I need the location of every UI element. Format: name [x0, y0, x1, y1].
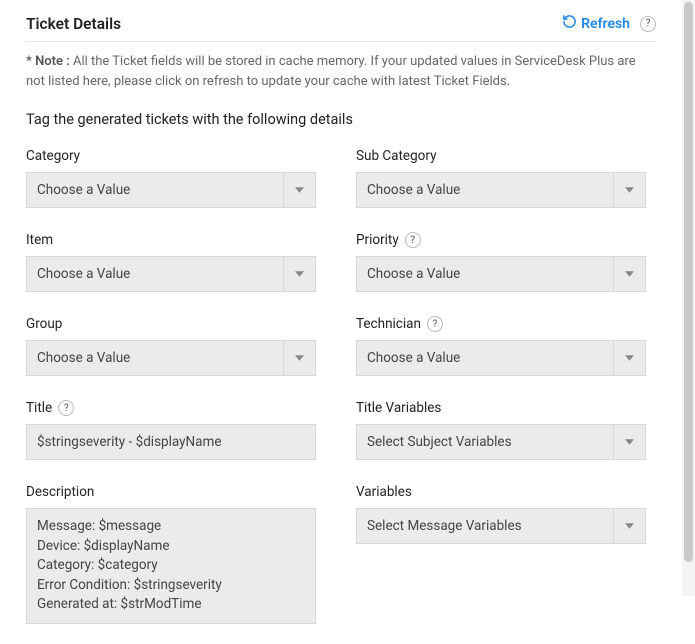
chevron-down-icon: [613, 257, 645, 291]
select-value: Select Message Variables: [357, 518, 613, 534]
scrollbar-thumb[interactable]: [684, 2, 693, 562]
field-item: Item Choose a Value: [26, 232, 316, 292]
select-value: Choose a Value: [357, 266, 613, 282]
label-priority: Priority: [356, 232, 399, 248]
select-value: Select Subject Variables: [357, 434, 613, 450]
chevron-down-icon: [613, 341, 645, 375]
field-description: Description Message: $message Device: $d…: [26, 484, 316, 624]
field-variables: Variables Select Message Variables: [356, 484, 646, 624]
field-category: Category Choose a Value: [26, 148, 316, 208]
chevron-down-icon: [283, 257, 315, 291]
select-variables[interactable]: Select Message Variables: [356, 508, 646, 544]
select-category[interactable]: Choose a Value: [26, 172, 316, 208]
help-icon[interactable]: ?: [640, 16, 656, 32]
label-group: Group: [26, 316, 316, 332]
label-technician: Technician: [356, 316, 421, 332]
label-title: Title: [26, 400, 52, 416]
field-group: Group Choose a Value: [26, 316, 316, 376]
field-technician: Technician ? Choose a Value: [356, 316, 646, 376]
textarea-description[interactable]: Message: $message Device: $displayName C…: [26, 508, 316, 624]
label-variables: Variables: [356, 484, 646, 500]
label-sub-category: Sub Category: [356, 148, 646, 164]
label-description: Description: [26, 484, 316, 500]
field-title: Title ?: [26, 400, 316, 460]
help-icon[interactable]: ?: [58, 400, 74, 416]
refresh-label: Refresh: [581, 16, 630, 32]
field-priority: Priority ? Choose a Value: [356, 232, 646, 292]
select-value: Choose a Value: [27, 266, 283, 282]
chevron-down-icon: [283, 341, 315, 375]
help-icon[interactable]: ?: [427, 316, 443, 332]
label-title-variables: Title Variables: [356, 400, 646, 416]
select-item[interactable]: Choose a Value: [26, 256, 316, 292]
select-group[interactable]: Choose a Value: [26, 340, 316, 376]
section-header: Ticket Details Refresh ?: [26, 14, 656, 42]
select-value: Choose a Value: [27, 350, 283, 366]
chevron-down-icon: [613, 425, 645, 459]
select-technician[interactable]: Choose a Value: [356, 340, 646, 376]
refresh-icon: [562, 14, 577, 33]
note-label: * Note :: [26, 54, 70, 69]
select-title-variables[interactable]: Select Subject Variables: [356, 424, 646, 460]
section-title: Tag the generated tickets with the follo…: [26, 111, 656, 128]
page-title: Ticket Details: [26, 15, 121, 33]
select-priority[interactable]: Choose a Value: [356, 256, 646, 292]
note-body: All the Ticket fields will be stored in …: [26, 54, 636, 89]
select-value: Choose a Value: [357, 182, 613, 198]
scrollbar-track[interactable]: [682, 0, 695, 596]
field-sub-category: Sub Category Choose a Value: [356, 148, 646, 208]
label-category: Category: [26, 148, 316, 164]
input-title[interactable]: [26, 424, 316, 460]
refresh-button[interactable]: Refresh: [562, 14, 630, 33]
note-text: * Note : All the Ticket fields will be s…: [26, 52, 656, 91]
label-item: Item: [26, 232, 316, 248]
chevron-down-icon: [613, 173, 645, 207]
chevron-down-icon: [613, 509, 645, 543]
select-sub-category[interactable]: Choose a Value: [356, 172, 646, 208]
chevron-down-icon: [283, 173, 315, 207]
field-title-variables: Title Variables Select Subject Variables: [356, 400, 646, 460]
select-value: Choose a Value: [357, 350, 613, 366]
help-icon[interactable]: ?: [405, 232, 421, 248]
select-value: Choose a Value: [27, 182, 283, 198]
